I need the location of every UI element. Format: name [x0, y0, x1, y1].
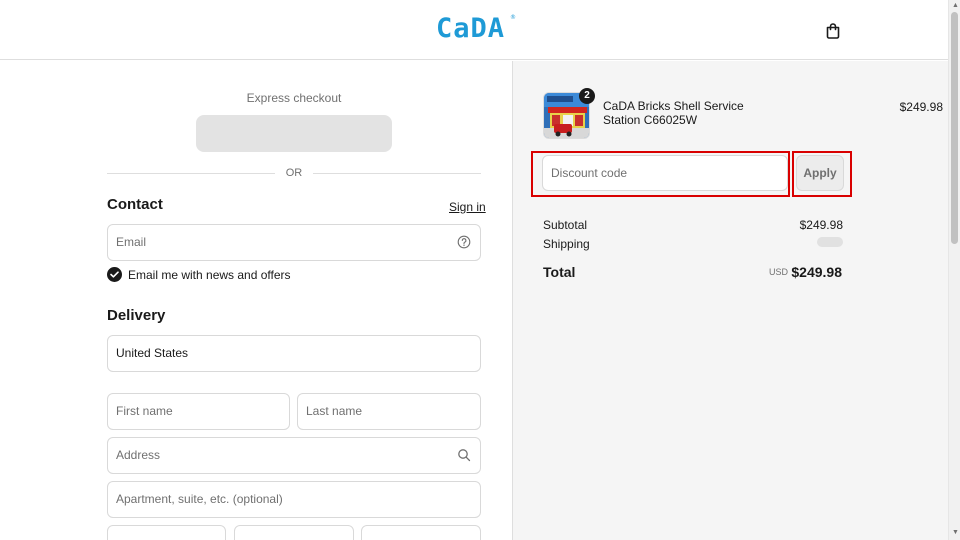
state-select[interactable]	[234, 525, 354, 540]
last-name-field[interactable]: Last name	[297, 393, 481, 430]
logo-text: CaDA	[436, 13, 506, 44]
page-scrollbar[interactable]: ▲ ▼	[948, 0, 960, 540]
email-placeholder: Email	[116, 235, 147, 249]
email-field[interactable]: Email	[107, 224, 481, 261]
shipping-row: Shipping	[543, 237, 843, 251]
first-name-field[interactable]: First name	[107, 393, 290, 430]
total-currency: USD	[768, 267, 788, 277]
delivery-heading: Delivery	[107, 307, 166, 324]
or-divider: OR	[107, 166, 481, 180]
question-circle-icon[interactable]	[457, 235, 471, 249]
address-placeholder: Address	[116, 448, 161, 462]
apply-button[interactable]: Apply	[796, 155, 844, 191]
product-name: CaDA Bricks Shell Service Station C66025…	[603, 99, 744, 127]
quantity-badge: 2	[579, 88, 595, 104]
checkmark-icon	[110, 271, 119, 278]
cada-logo[interactable]: CaDA ®	[436, 14, 516, 44]
search-icon[interactable]	[457, 448, 471, 462]
header: CaDA ®	[0, 0, 948, 60]
logo-registered-mark: ®	[510, 14, 516, 21]
discount-code-input[interactable]: Discount code	[542, 155, 788, 191]
express-checkout-button[interactable]	[196, 115, 392, 152]
line-item: 2 CaDA Bricks Shell Service Station C660…	[543, 88, 943, 141]
subtotal-value: $249.98	[799, 218, 843, 232]
express-checkout-label: Express checkout	[246, 91, 342, 105]
apartment-placeholder: Apartment, suite, etc. (optional)	[116, 492, 283, 506]
subtotal-label: Subtotal	[543, 218, 588, 232]
contact-heading: Contact	[107, 196, 163, 213]
shipping-loading-placeholder	[817, 237, 843, 247]
shopping-bag-icon[interactable]	[825, 22, 841, 39]
last-name-placeholder: Last name	[306, 404, 363, 418]
country-value: United States	[116, 346, 189, 360]
product-price: $249.98	[899, 100, 943, 114]
shipping-label: Shipping	[543, 237, 590, 251]
country-select[interactable]: United States	[107, 335, 481, 372]
scroll-down-arrow-icon[interactable]: ▼	[952, 529, 959, 536]
total-value: $249.98	[791, 264, 842, 280]
newsletter-checkbox[interactable]	[107, 267, 122, 282]
order-summary-panel: 2 CaDA Bricks Shell Service Station C660…	[512, 61, 948, 540]
subtotal-row: Subtotal $249.98	[543, 218, 843, 232]
apartment-field[interactable]: Apartment, suite, etc. (optional)	[107, 481, 481, 518]
divider-line	[313, 173, 481, 174]
sign-in-link[interactable]: Sign in	[449, 200, 486, 214]
total-label: Total	[543, 264, 576, 280]
first-name-placeholder: First name	[116, 404, 173, 418]
zip-field[interactable]	[361, 525, 481, 540]
scroll-thumb[interactable]	[951, 12, 958, 244]
address-field[interactable]: Address	[107, 437, 481, 474]
checkout-form-panel: Express checkout OR Contact Sign in Emai…	[0, 61, 511, 540]
discount-placeholder: Discount code	[551, 166, 628, 180]
scroll-up-arrow-icon[interactable]: ▲	[952, 2, 959, 9]
city-field[interactable]	[107, 525, 226, 540]
newsletter-label: Email me with news and offers	[128, 268, 291, 282]
